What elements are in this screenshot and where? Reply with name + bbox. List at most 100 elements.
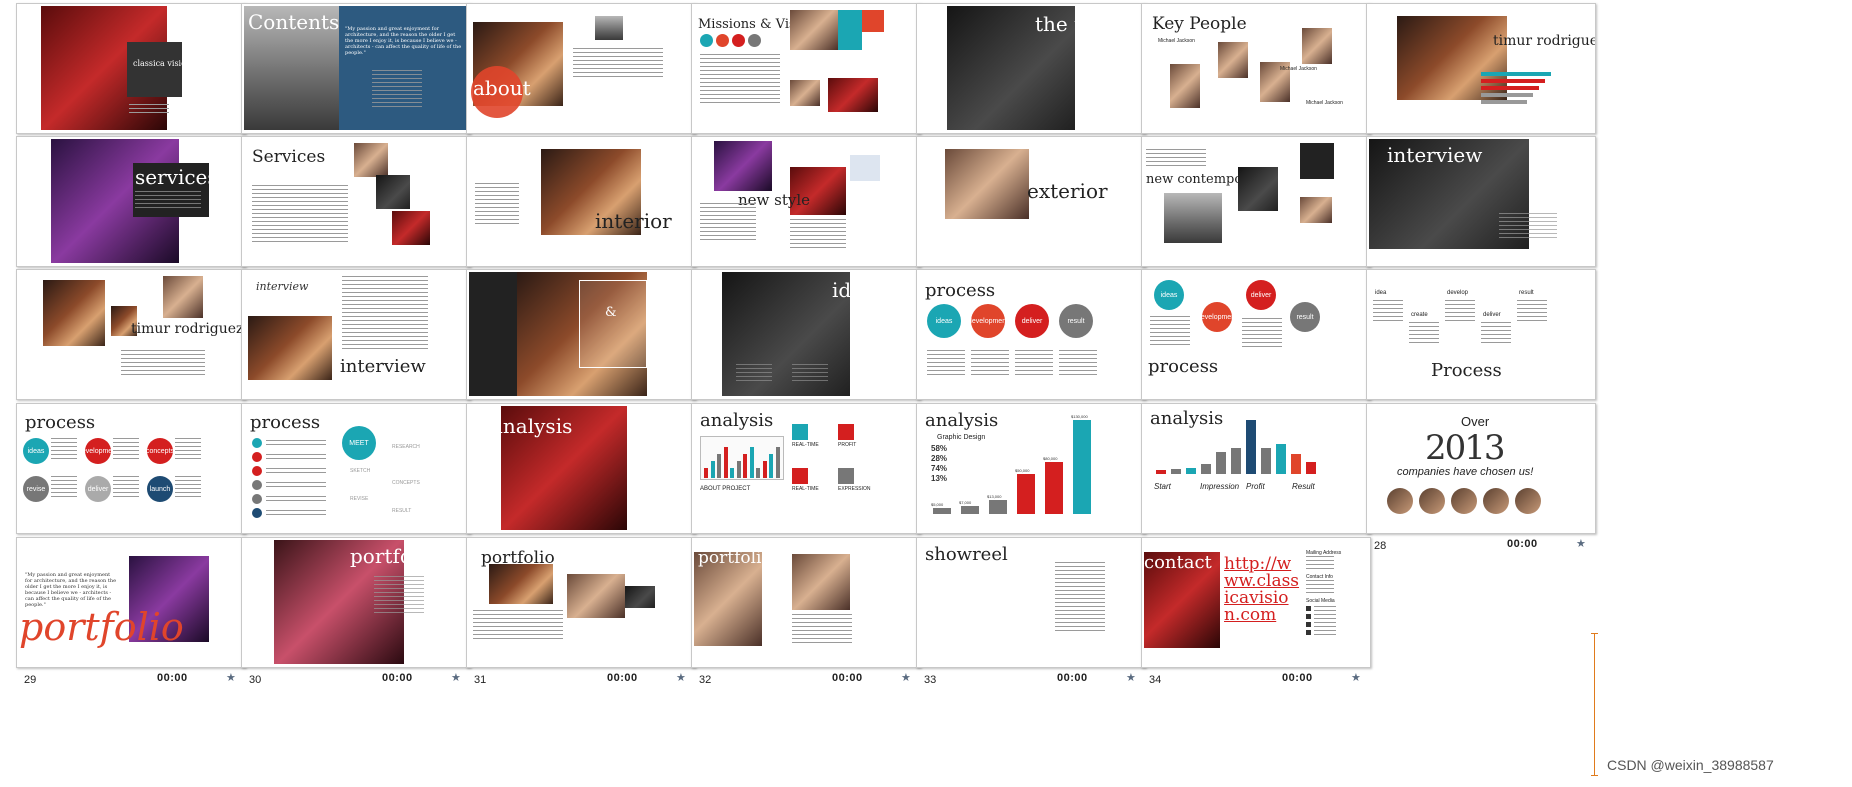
slide-thumbnail-21[interactable]: ideacreatedevelopdeliverresultProcess210… [1366,269,1596,418]
slide-thumbnail-10[interactable]: interior1000:00★ [466,136,696,285]
avatar [1515,488,1541,514]
percent: 74% [931,464,948,473]
slide-title: analysis [700,410,774,431]
slide-preview[interactable]: new contemporary [1141,136,1371,267]
slide-thumbnail-27[interactable]: analysisStartImpressionProfitResult2700:… [1141,403,1371,552]
slide-preview[interactable]: contact http://www.classicavision.com Mail… [1141,537,1371,668]
percent: 28% [931,454,948,463]
slide-thumbnail-11[interactable]: new style1100:00★ [691,136,921,285]
slide-preview[interactable]: services [16,136,246,267]
slide-title: portfolio [19,605,184,649]
slide-thumbnail-4[interactable]: Missions & Vision400:00★ [691,3,921,152]
slide-preview[interactable]: the team [916,3,1146,134]
slide-thumbnail-16[interactable]: interviewinterview1600:00★ [241,269,471,418]
slide-preview[interactable]: process ideas development concepts revise del… [16,403,246,534]
slide-title: exterior [1027,179,1108,203]
slide-thumbnail-24[interactable]: analysis2400:00★ [466,403,696,552]
slide-preview[interactable]: timur rodriguez [16,269,246,400]
percent: 58% [931,444,948,453]
slide-preview[interactable]: portfolio [691,537,921,668]
slide-thumbnail-26[interactable]: analysis Graphic Design 58% 28% 74% 13% $5,000… [916,403,1146,552]
slide-preview[interactable]: interview interview [241,269,471,400]
slide-thumbnail-14[interactable]: interview1400:00★ [1366,136,1596,285]
chart-bar [762,461,767,478]
step-label: CONCEPTS [392,480,420,486]
slide-preview[interactable]: process ideas development deliver result [916,269,1146,400]
slide-preview[interactable]: ideas development deliver result process [1141,269,1371,400]
step-circle: ideas [23,438,49,464]
slide-thumbnail-19[interactable]: processideasdevelopmentdeliverresult1900… [916,269,1146,418]
step-label: RESEARCH [392,444,420,450]
slide-thumbnail-18[interactable]: id1800:00★ [691,269,921,418]
slide-thumbnail-13[interactable]: new contemporary1300:00★ [1141,136,1371,285]
content-panel [339,6,468,130]
slide-title: the team [1035,12,1125,36]
slide-thumbnail-9[interactable]: Services900:00★ [241,136,471,285]
slide-preview[interactable]: Over 2013 companies have chosen us! [1366,403,1596,534]
slide-preview[interactable]: portfolio [241,537,471,668]
slide-timing: 00:00 [382,672,413,684]
step-circle: development [968,304,1008,338]
slide-thumbnail-1[interactable]: classica vision100:04🔈★ [16,3,246,152]
slide-preview[interactable]: "My passion and great enjoyment for arch… [16,537,246,668]
slide-preview[interactable]: new style [691,136,921,267]
slide-preview[interactable]: Missions & Vision [691,3,921,134]
slide-preview[interactable]: timur rodriguez [1366,3,1596,134]
slide-preview[interactable]: showreel [916,537,1146,668]
slide-thumbnail-25[interactable]: analysis REAL-TIME PROFIT REAL-TIME EXPRESSI… [691,403,921,552]
slide-title: id [832,278,852,302]
slide-preview[interactable]: about [466,3,696,134]
slide-preview[interactable]: & [466,269,696,400]
slide-thumbnail-31[interactable]: portfolio 31 00:00 ★ [466,537,696,686]
slide-thumbnail-22[interactable]: process ideas development concepts revise del… [16,403,246,552]
slide-image [1218,42,1248,78]
slide-thumbnail-5[interactable]: the team500:00★ [916,3,1146,152]
slide-preview[interactable]: portfolio [466,537,696,668]
star-icon[interactable]: ★ [1126,671,1136,684]
slide-thumbnail-28[interactable]: Over 2013 companies have chosen us! 28 00:00… [1366,403,1596,552]
slide-preview[interactable]: Services [241,136,471,267]
slide-thumbnail-32[interactable]: portfolio 32 00:00 ★ [691,537,921,686]
slide-thumbnail-34[interactable]: contact http://www.classicavision.com Mail… [1141,537,1371,686]
slide-thumbnail-15[interactable]: timur rodriguez1500:00★ [16,269,246,418]
slide-thumbnail-7[interactable]: timur rodriguez700:00★ [1366,3,1596,152]
slide-preview[interactable]: process MEET RESEARCH SKETCH CONCEPTS REVISE R… [241,403,471,534]
step-circle: ideas [927,304,961,338]
slide-preview[interactable]: analysis Start Impression Profit Result [1141,403,1371,534]
star-icon[interactable]: ★ [676,671,686,684]
star-icon[interactable]: ★ [451,671,461,684]
slide-thumbnail-2[interactable]: Contents "My passion and great enjoyment … [241,3,471,152]
slide-thumbnail-3[interactable]: about300:00★ [466,3,696,152]
star-icon[interactable]: ★ [901,671,911,684]
slide-timing: 00:00 [607,672,638,684]
over-text: Over [1461,414,1490,429]
slide-thumbnail-30[interactable]: portfolio 30 00:00 ★ [241,537,471,686]
slide-preview[interactable]: analysis REAL-TIME PROFIT REAL-TIME EXPRESSI… [691,403,921,534]
slide-image [792,554,850,610]
slide-preview[interactable]: interior [466,136,696,267]
text-lines [736,364,772,384]
star-icon[interactable]: ★ [1351,671,1361,684]
slide-thumbnail-6[interactable]: Key People Michael Jackson Michael Jackson… [1141,3,1371,152]
slide-thumbnail-29[interactable]: "My passion and great enjoyment for arch… [16,537,246,686]
slide-thumbnail-20[interactable]: ideasdevelopmentdeliverresultprocess2000… [1141,269,1371,418]
star-icon[interactable]: ★ [1576,537,1586,550]
slide-preview[interactable]: idea create develop deliver result Process [1366,269,1596,400]
text-lines [374,576,424,616]
step-label: idea [1375,290,1387,296]
slide-number: 31 [474,674,487,686]
slide-preview[interactable]: analysis [466,403,696,534]
slide-preview[interactable]: exterior [916,136,1146,267]
slide-preview[interactable]: Key People Michael Jackson Michael Jackson… [1141,3,1371,134]
slide-preview[interactable]: analysis Graphic Design 58% 28% 74% 13% $5,000… [916,403,1146,534]
slide-preview[interactable]: classica vision [16,3,246,134]
star-icon[interactable]: ★ [226,671,236,684]
slide-thumbnail-8[interactable]: services800:00★ [16,136,246,285]
slide-thumbnail-12[interactable]: exterior1200:00★ [916,136,1146,285]
slide-preview[interactable]: id [691,269,921,400]
slide-preview[interactable]: Contents "My passion and great enjoyment … [241,3,471,134]
slide-thumbnail-23[interactable]: process MEET RESEARCH SKETCH CONCEPTS REVISE R… [241,403,471,552]
slide-preview[interactable]: interview [1366,136,1596,267]
slide-thumbnail-33[interactable]: showreel 33 00:00 ★ [916,537,1146,686]
slide-thumbnail-17[interactable]: &1700:00★ [466,269,696,418]
